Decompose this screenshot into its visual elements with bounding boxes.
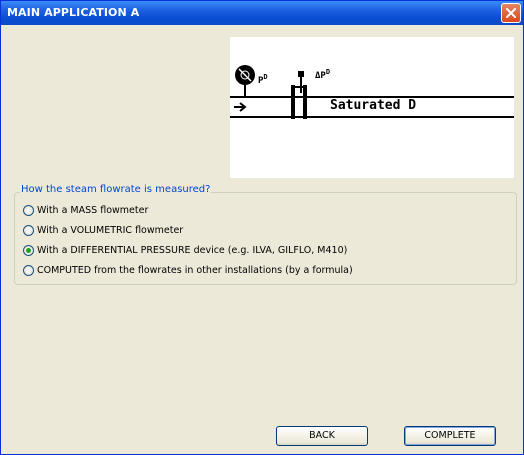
flow-diagram: PD ΔPD Saturated D [230, 37, 514, 178]
measurement-method-legend: How the steam flowrate is measured? [20, 184, 212, 195]
option-label: With a MASS flowmeter [37, 204, 149, 216]
radio-volumetric-flowmeter[interactable] [23, 224, 34, 236]
radio-computed[interactable] [23, 264, 34, 276]
complete-button[interactable]: COMPLETE [404, 426, 496, 446]
close-button[interactable] [501, 3, 521, 23]
dp-label: ΔPD [315, 68, 331, 81]
main-window: MAIN APPLICATION A PD ΔPD Saturated D Ho… [0, 0, 524, 455]
title-bar: MAIN APPLICATION A [1, 1, 523, 25]
radio-differential-pressure[interactable] [23, 244, 34, 256]
dp-device-icon [291, 71, 307, 119]
radio-selected-dot [26, 247, 31, 253]
option-computed[interactable]: COMPUTED from the flowrates in other ins… [23, 262, 353, 278]
window-title: MAIN APPLICATION A [7, 6, 140, 19]
option-mass-flowmeter[interactable]: With a MASS flowmeter [23, 202, 148, 218]
dp-subscript: D [325, 68, 331, 76]
flow-arrow-icon [234, 102, 247, 112]
back-button[interactable]: BACK [276, 426, 368, 446]
option-label: COMPUTED from the flowrates in other ins… [37, 264, 353, 276]
option-differential-pressure[interactable]: With a DIFFERENTIAL PRESSURE device (e.g… [23, 242, 347, 258]
pressure-subscript: D [263, 73, 268, 81]
pressure-gauge-icon [235, 65, 255, 97]
pressure-label: PD [258, 73, 268, 86]
option-label: With a VOLUMETRIC flowmeter [37, 224, 184, 236]
close-icon [506, 8, 516, 18]
option-volumetric-flowmeter[interactable]: With a VOLUMETRIC flowmeter [23, 222, 183, 238]
steam-state-label: Saturated D [330, 98, 417, 113]
option-label: With a DIFFERENTIAL PRESSURE device (e.g… [37, 244, 348, 256]
radio-mass-flowmeter[interactable] [23, 204, 34, 216]
